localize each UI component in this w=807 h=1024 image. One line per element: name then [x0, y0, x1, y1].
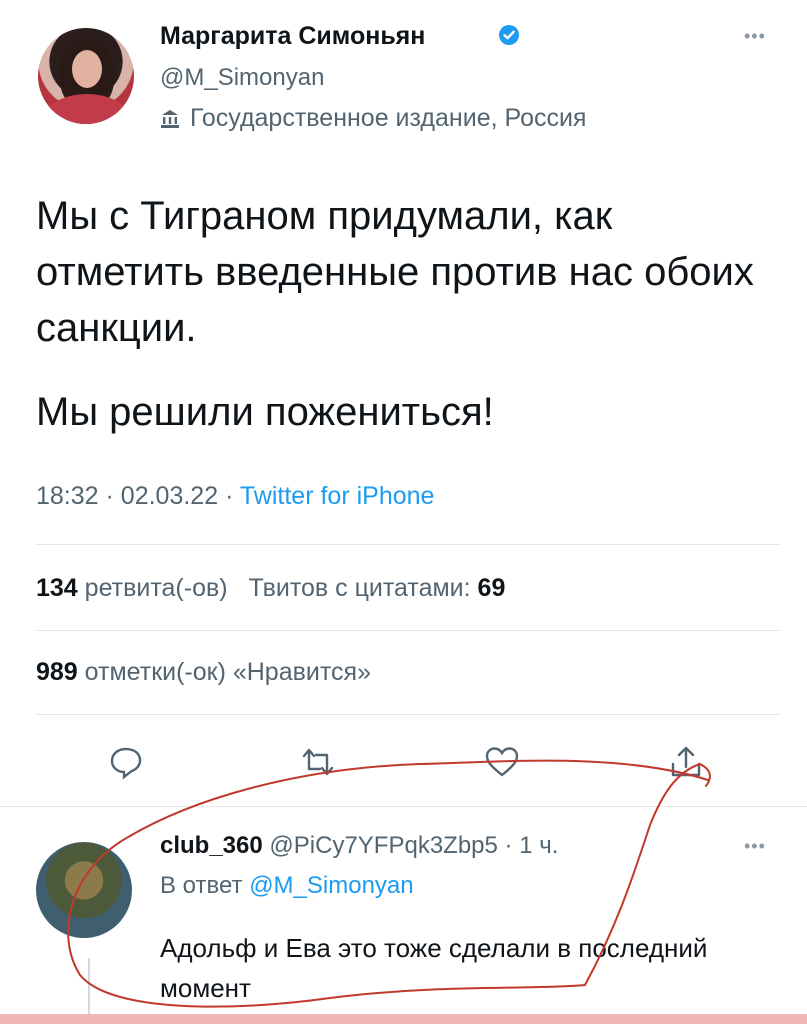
bottom-bar	[0, 1014, 807, 1024]
red-annotation-scribble	[67, 759, 711, 1008]
